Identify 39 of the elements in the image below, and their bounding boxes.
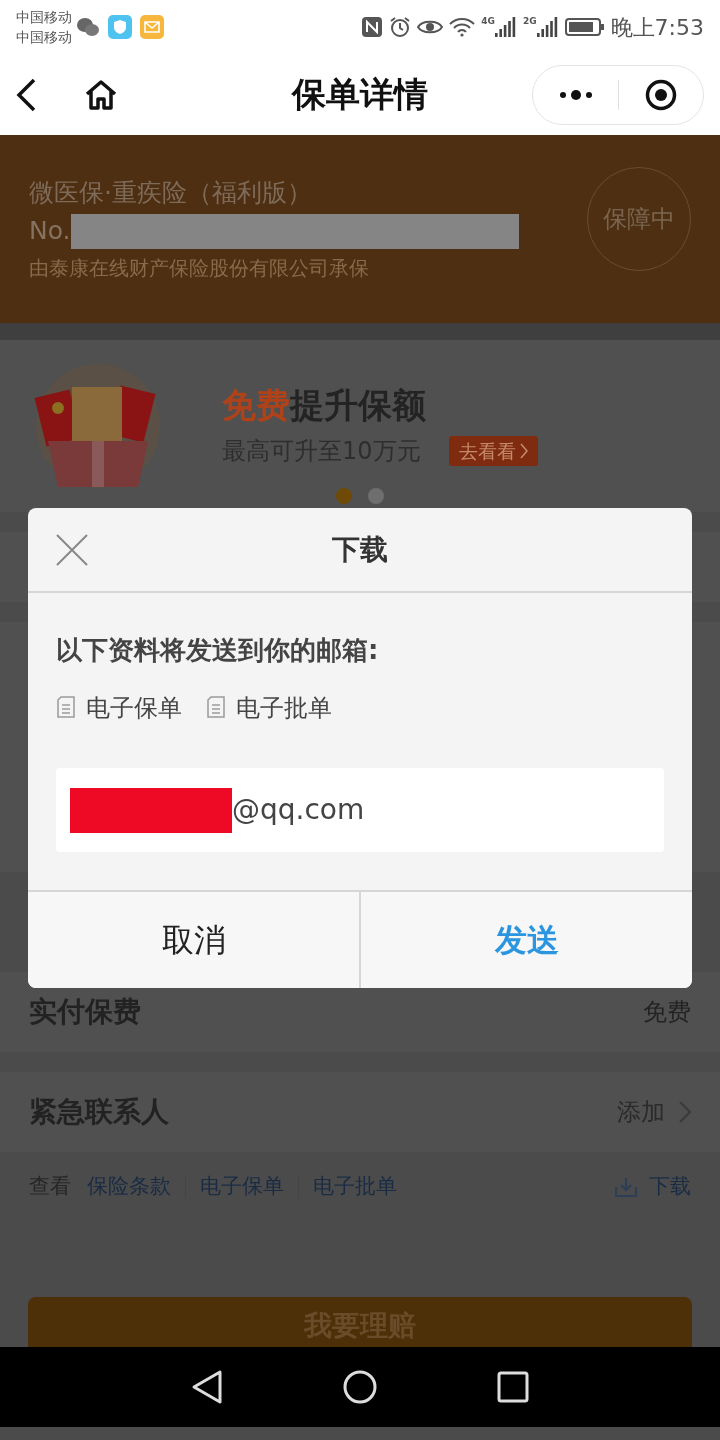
policy-name: 微医保·重疾险（福利版） [29, 177, 313, 209]
more-icon [557, 89, 594, 100]
nfc-icon [361, 16, 384, 38]
battery-icon [564, 17, 605, 37]
document-icon [206, 696, 226, 720]
home-nav-icon[interactable] [343, 1370, 377, 1404]
policy-number-label: No. [29, 215, 71, 248]
view-button[interactable]: 去看看 [448, 436, 538, 466]
document-icon [56, 696, 76, 720]
clock-time: 晚上7:53 [610, 13, 704, 42]
target-icon [645, 78, 677, 111]
close-icon [56, 533, 88, 566]
home-button[interactable] [84, 78, 118, 111]
page-title: 保单详情 [292, 73, 428, 116]
document-label: 电子批单 [236, 693, 332, 724]
network-label: 4G [481, 17, 495, 26]
chevron-icon [519, 443, 528, 459]
email-field[interactable]: @qq.com [56, 768, 664, 852]
dialog-title: 下载 [332, 531, 388, 568]
back-icon [16, 77, 36, 112]
shield-app-icon [108, 15, 132, 39]
document-label: 电子保单 [86, 693, 182, 724]
carrier-label: 中国移动 [16, 28, 72, 47]
download-icon [615, 1177, 637, 1197]
signal-icon [494, 17, 517, 37]
mail-app-icon [140, 15, 164, 39]
carrier-label: 中国移动 [16, 8, 72, 27]
dialog-message: 以下资料将发送到你的邮箱: [56, 634, 380, 667]
alarm-icon [389, 16, 412, 38]
network-label: 2G [522, 17, 537, 26]
recents-nav-icon[interactable] [497, 1371, 529, 1403]
back-nav-icon[interactable] [191, 1369, 223, 1405]
close-button[interactable] [56, 533, 88, 566]
cancel-button[interactable]: 取消 [28, 892, 361, 988]
home-icon [84, 78, 118, 111]
wifi-icon [449, 17, 476, 37]
insurer-text: 由泰康在线财产保险股份有限公司承保 [29, 255, 370, 282]
chat-app-icon [76, 16, 100, 38]
signal-icon [536, 17, 559, 37]
